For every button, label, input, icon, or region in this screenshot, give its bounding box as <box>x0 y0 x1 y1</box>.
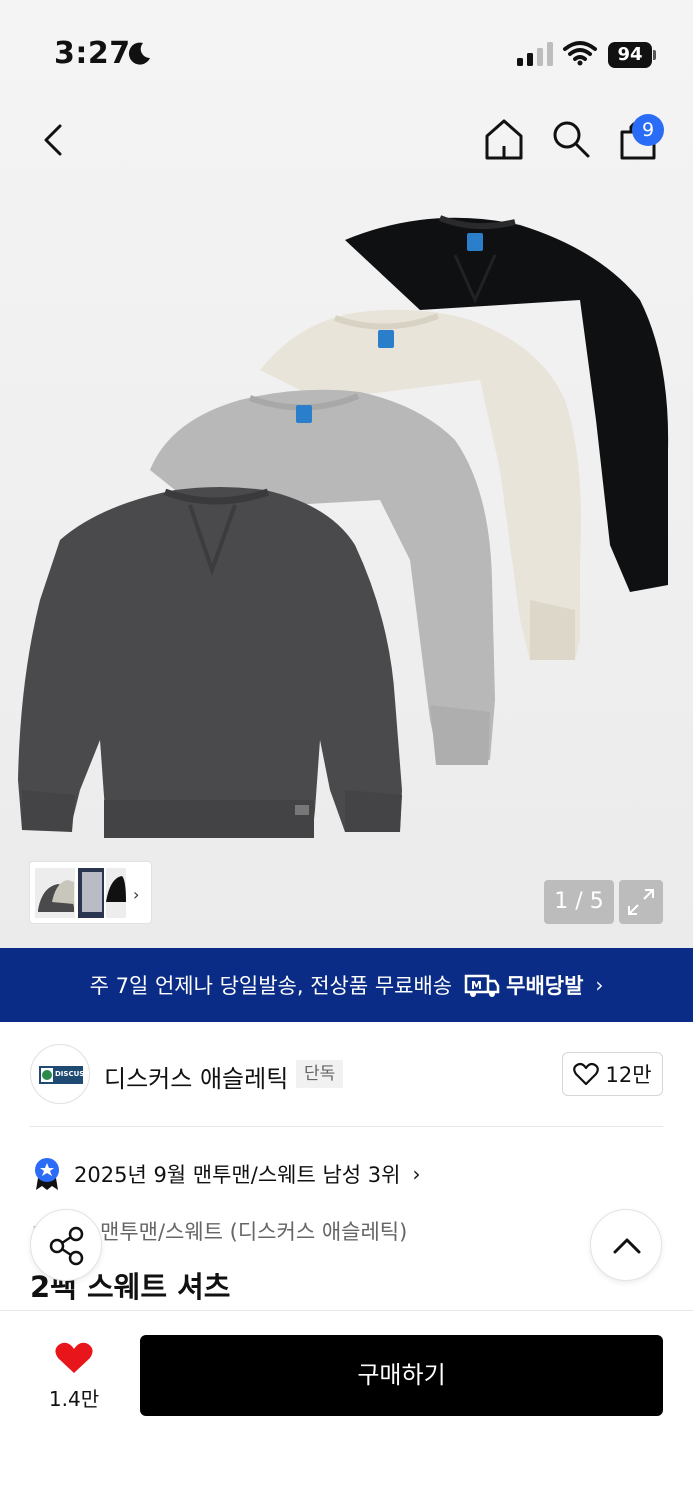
heart-filled-icon <box>55 1342 93 1373</box>
wishlist-count: 1.4만 <box>48 1387 100 1411</box>
bottom-action-bar: 1.4만 구매하기 <box>0 1310 693 1500</box>
wifi-icon <box>563 41 597 66</box>
buy-button[interactable]: 구매하기 <box>140 1335 663 1416</box>
wishlist-button[interactable]: 1.4만 <box>40 1341 108 1415</box>
promo-brand: 무배당발 <box>506 974 584 998</box>
chevron-right-icon: › <box>595 973 604 997</box>
ranking-text: 2025년 9월 맨투맨/스웨트 남성 3위 <box>74 1163 401 1187</box>
cart-count-badge: 9 <box>632 114 664 146</box>
divider <box>30 1126 663 1127</box>
back-arrow-icon[interactable] <box>34 118 74 162</box>
moon-icon <box>128 42 150 65</box>
delivery-truck-icon: M <box>464 974 500 997</box>
chevron-right-icon: › <box>133 885 139 904</box>
brand-logo[interactable]: DISCUS <box>30 1044 90 1104</box>
ranking-link[interactable]: 2025년 9월 맨투맨/스웨트 남성 3위 › <box>30 1156 420 1192</box>
free-shipping-banner[interactable]: 주 7일 언제나 당일발송, 전상품 무료배송 M 무배당발 › <box>0 948 693 1022</box>
share-icon <box>49 1226 84 1266</box>
svg-text:M: M <box>471 979 482 992</box>
ranking-badge-icon <box>35 1158 59 1190</box>
scroll-to-top-button[interactable] <box>590 1209 662 1281</box>
product-image-sweatshirts[interactable] <box>0 190 693 850</box>
product-gallery[interactable]: 3:27 94 9 › 1 / 5 <box>0 0 693 948</box>
promo-text: 주 7일 언제나 당일발송, 전상품 무료배송 <box>89 974 453 998</box>
share-button[interactable] <box>30 1209 102 1281</box>
thumbnail-images[interactable]: › <box>30 862 153 925</box>
gallery-page-indicator: 1 / 5 <box>544 880 614 924</box>
expand-icon[interactable] <box>619 880 663 924</box>
exclusive-badge: 단독 <box>296 1060 344 1088</box>
battery-icon: 94 <box>608 42 656 68</box>
brand-row: DISCUS 디스커스 애슬레틱 단독 12만 <box>0 1022 693 1127</box>
heart-outline-icon <box>573 1062 600 1086</box>
chevron-up-icon <box>613 1238 641 1254</box>
battery-level: 94 <box>608 42 652 68</box>
status-bar: 3:27 94 <box>0 0 693 100</box>
status-time: 3:27 <box>54 36 131 71</box>
svg-text:DISCUS: DISCUS <box>55 1070 84 1078</box>
thumbnail-strip[interactable]: › <box>29 861 152 924</box>
product-category[interactable]: 맨투맨/스웨트 (디스커스 애슬레틱) <box>100 1216 407 1246</box>
home-icon[interactable] <box>482 116 526 162</box>
cellular-signal-icon <box>517 42 553 66</box>
chevron-right-icon: › <box>412 1162 421 1186</box>
brand-like-count: 12만 <box>605 1063 652 1087</box>
search-icon[interactable] <box>550 118 592 160</box>
brand-name[interactable]: 디스커스 애슬레틱 <box>104 1059 288 1094</box>
sweatshirt-charcoal <box>18 487 402 838</box>
brand-like-button[interactable]: 12만 <box>562 1052 663 1096</box>
